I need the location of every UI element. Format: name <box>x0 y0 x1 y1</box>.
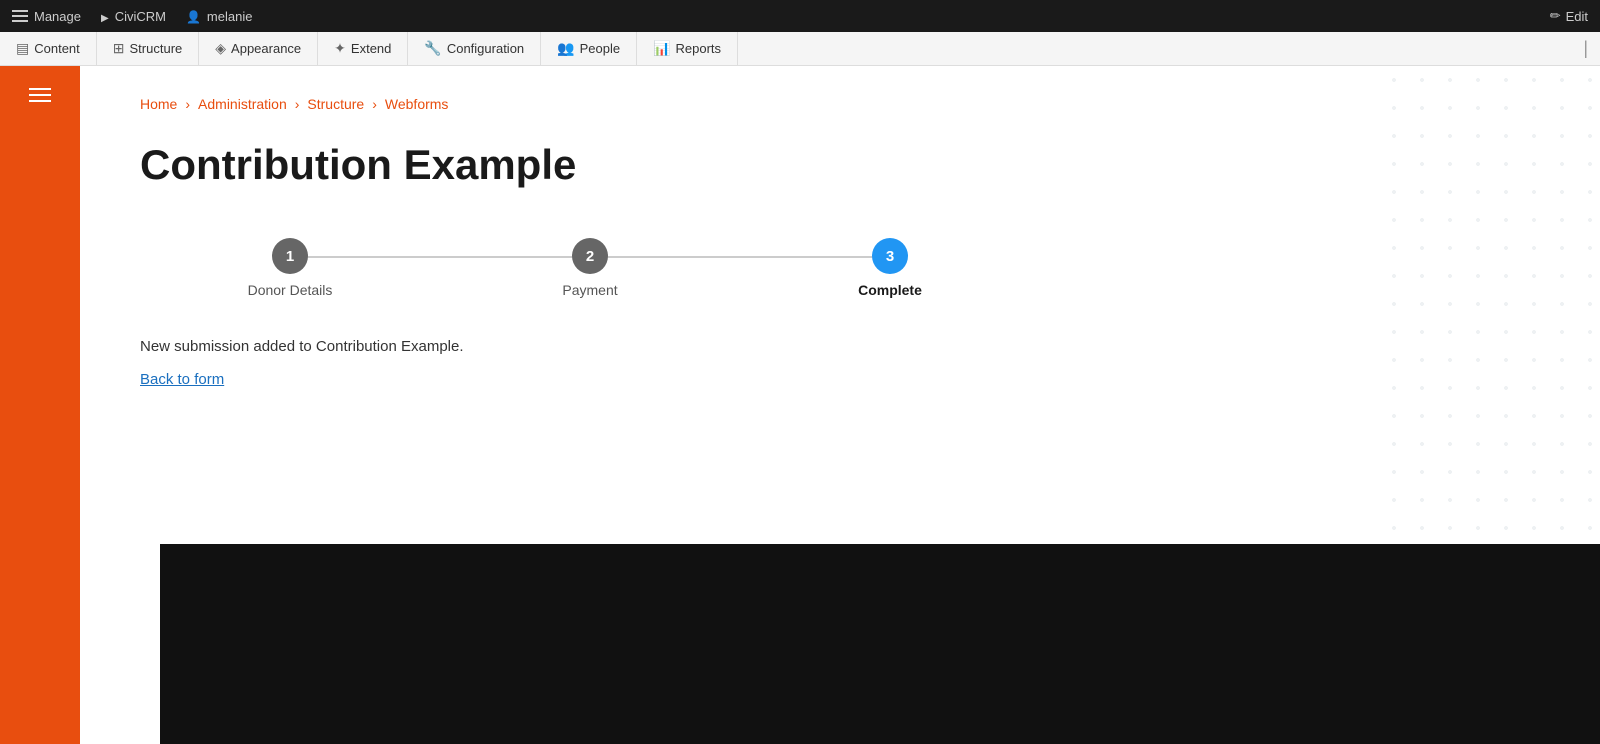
breadcrumb-structure[interactable]: Structure <box>307 96 364 112</box>
manage-label: Manage <box>34 9 81 24</box>
breadcrumb-home[interactable]: Home <box>140 96 177 112</box>
nav-people[interactable]: 👥 People <box>541 32 637 65</box>
back-to-form-link[interactable]: Back to form <box>140 371 224 388</box>
nav-appearance-label: Appearance <box>231 41 301 56</box>
breadcrumb-administration[interactable]: Administration <box>198 96 287 112</box>
step-3: 3 Complete <box>740 238 1040 298</box>
civicrm-play-icon <box>101 9 109 24</box>
drupal-nav: ▤ Content ⊞ Structure ◈ Appearance ✦ Ext… <box>0 32 1600 66</box>
step-2-label: Payment <box>562 282 617 298</box>
step-3-number: 3 <box>886 248 894 265</box>
step-1-label: Donor Details <box>248 282 333 298</box>
appearance-icon: ◈ <box>215 40 226 57</box>
extend-icon: ✦ <box>334 40 346 57</box>
civicrm-menu[interactable]: CiviCRM <box>101 9 166 24</box>
step-3-label: Complete <box>858 282 922 298</box>
nav-separator: | <box>1571 32 1600 65</box>
hamburger-icon <box>12 10 28 22</box>
breadcrumb-sep-1: › <box>185 96 190 112</box>
nav-reports[interactable]: 📊 Reports <box>637 32 738 65</box>
breadcrumb-sep-2: › <box>295 96 300 112</box>
submission-message: New submission added to Contribution Exa… <box>140 338 1540 355</box>
content-area: Home › Administration › Structure › Webf… <box>80 66 1600 744</box>
nav-content-label: Content <box>34 41 80 56</box>
nav-reports-label: Reports <box>676 41 722 56</box>
reports-icon: 📊 <box>653 40 670 57</box>
admin-bar: Manage CiviCRM melanie Edit <box>0 0 1600 32</box>
nav-configuration[interactable]: 🔧 Configuration <box>408 32 541 65</box>
step-2-number: 2 <box>586 248 594 265</box>
user-label: melanie <box>207 9 253 24</box>
page-title: Contribution Example <box>140 142 1540 188</box>
nav-extend-label: Extend <box>351 41 391 56</box>
sidebar <box>0 66 80 744</box>
nav-appearance[interactable]: ◈ Appearance <box>199 32 318 65</box>
step-1-number: 1 <box>286 248 294 265</box>
configuration-icon: 🔧 <box>424 40 441 57</box>
main-layout: Home › Administration › Structure › Webf… <box>0 66 1600 744</box>
footer-black-area <box>160 544 1600 744</box>
step-1: 1 Donor Details <box>140 238 440 298</box>
edit-button[interactable]: Edit <box>1550 8 1588 24</box>
step-3-circle: 3 <box>872 238 908 274</box>
civicrm-label: CiviCRM <box>115 9 166 24</box>
user-menu[interactable]: melanie <box>186 9 252 24</box>
people-icon: 👥 <box>557 40 574 57</box>
nav-structure-label: Structure <box>130 41 183 56</box>
nav-structure[interactable]: ⊞ Structure <box>97 32 199 65</box>
breadcrumb-webforms[interactable]: Webforms <box>385 96 449 112</box>
admin-bar-right: Edit <box>1550 8 1588 24</box>
admin-bar-left: Manage CiviCRM melanie <box>12 9 252 24</box>
breadcrumb-sep-3: › <box>372 96 377 112</box>
steps-container: 1 Donor Details 2 Payment 3 Complete <box>140 238 1040 298</box>
edit-label: Edit <box>1566 9 1588 24</box>
structure-icon: ⊞ <box>113 40 125 57</box>
sidebar-toggle[interactable] <box>19 78 61 112</box>
step-1-circle: 1 <box>272 238 308 274</box>
nav-people-label: People <box>580 41 620 56</box>
pencil-icon <box>1550 8 1561 24</box>
step-2-circle: 2 <box>572 238 608 274</box>
user-account-icon <box>186 9 201 24</box>
nav-configuration-label: Configuration <box>447 41 524 56</box>
step-2: 2 Payment <box>440 238 740 298</box>
content-icon: ▤ <box>16 40 29 57</box>
nav-content[interactable]: ▤ Content <box>0 32 97 65</box>
manage-menu[interactable]: Manage <box>12 9 81 24</box>
nav-extend[interactable]: ✦ Extend <box>318 32 408 65</box>
breadcrumb: Home › Administration › Structure › Webf… <box>140 96 1540 112</box>
